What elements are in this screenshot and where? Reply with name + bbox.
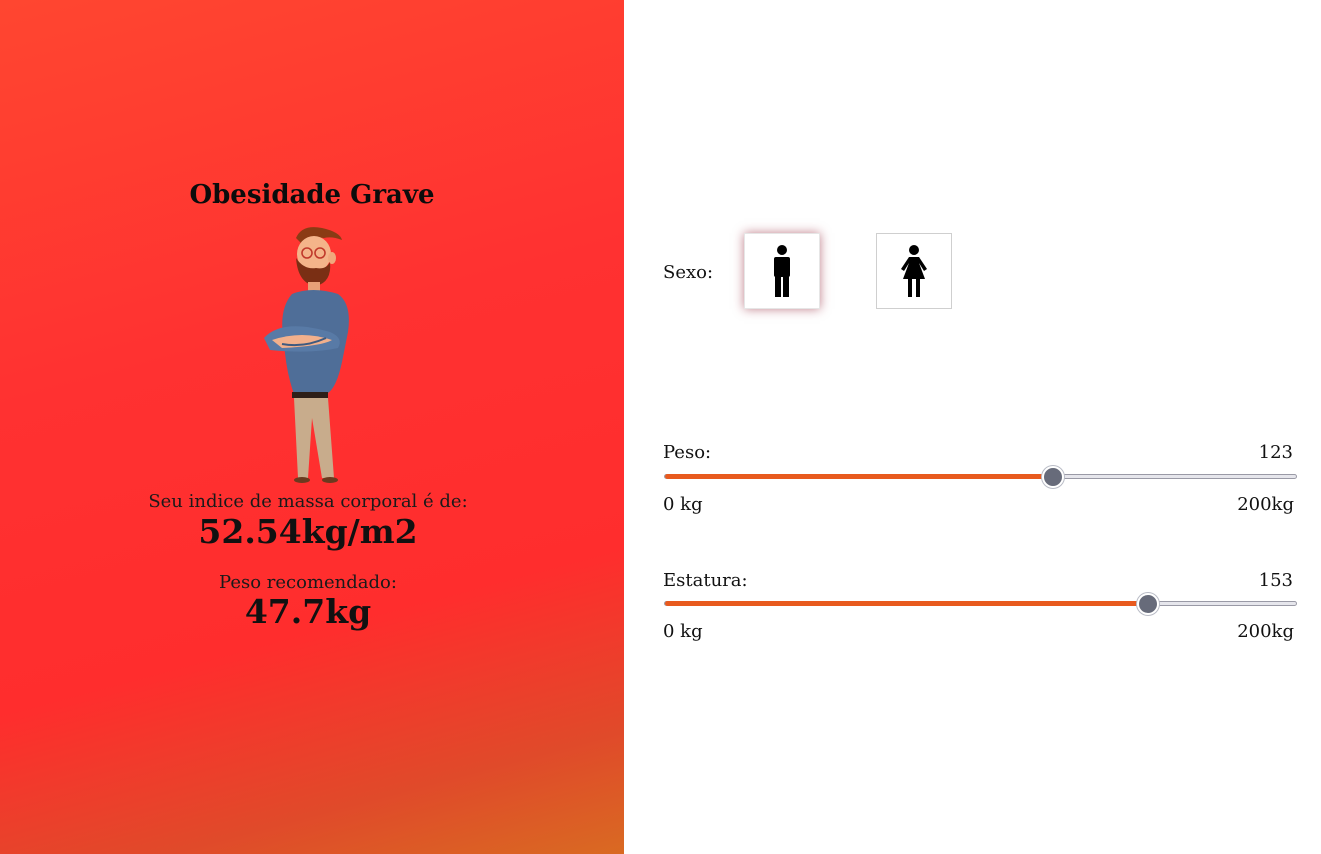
weight-min-label: 0 kg [663,494,703,515]
female-icon [901,245,927,297]
input-panel: Sexo: Peso: 123 0 kg 200kg Estatura: 153… [624,0,1321,854]
weight-slider-fill [665,474,1054,479]
weight-label: Peso: [663,442,712,463]
male-button[interactable] [744,233,820,309]
height-label: Estatura: [663,570,748,591]
height-value: 153 [1258,570,1293,591]
height-max-label: 200kg [1237,621,1294,642]
height-slider-fill [665,601,1148,606]
weight-slider-thumb[interactable] [1042,466,1065,488]
height-slider[interactable] [664,593,1297,615]
height-min-label: 0 kg [663,621,703,642]
bmi-label: Seu indice de massa corporal é de: [148,491,468,512]
weight-max-label: 200kg [1237,494,1294,515]
height-slider-thumb[interactable] [1136,593,1159,615]
sex-label: Sexo: [663,262,714,283]
recommended-weight-value: 47.7kg [244,592,372,631]
classification-title: Obesidade Grave [189,180,435,210]
result-panel: Obesidade Grave Seu indice de massa corp… [0,0,624,854]
bearded-man-illustration [264,227,349,483]
bmi-value: 52.54kg/m2 [198,512,418,551]
female-button[interactable] [876,233,952,309]
weight-value: 123 [1258,442,1293,463]
recommended-weight-label: Peso recomendado: [219,572,397,593]
male-icon [774,245,790,297]
weight-slider[interactable] [664,466,1297,488]
